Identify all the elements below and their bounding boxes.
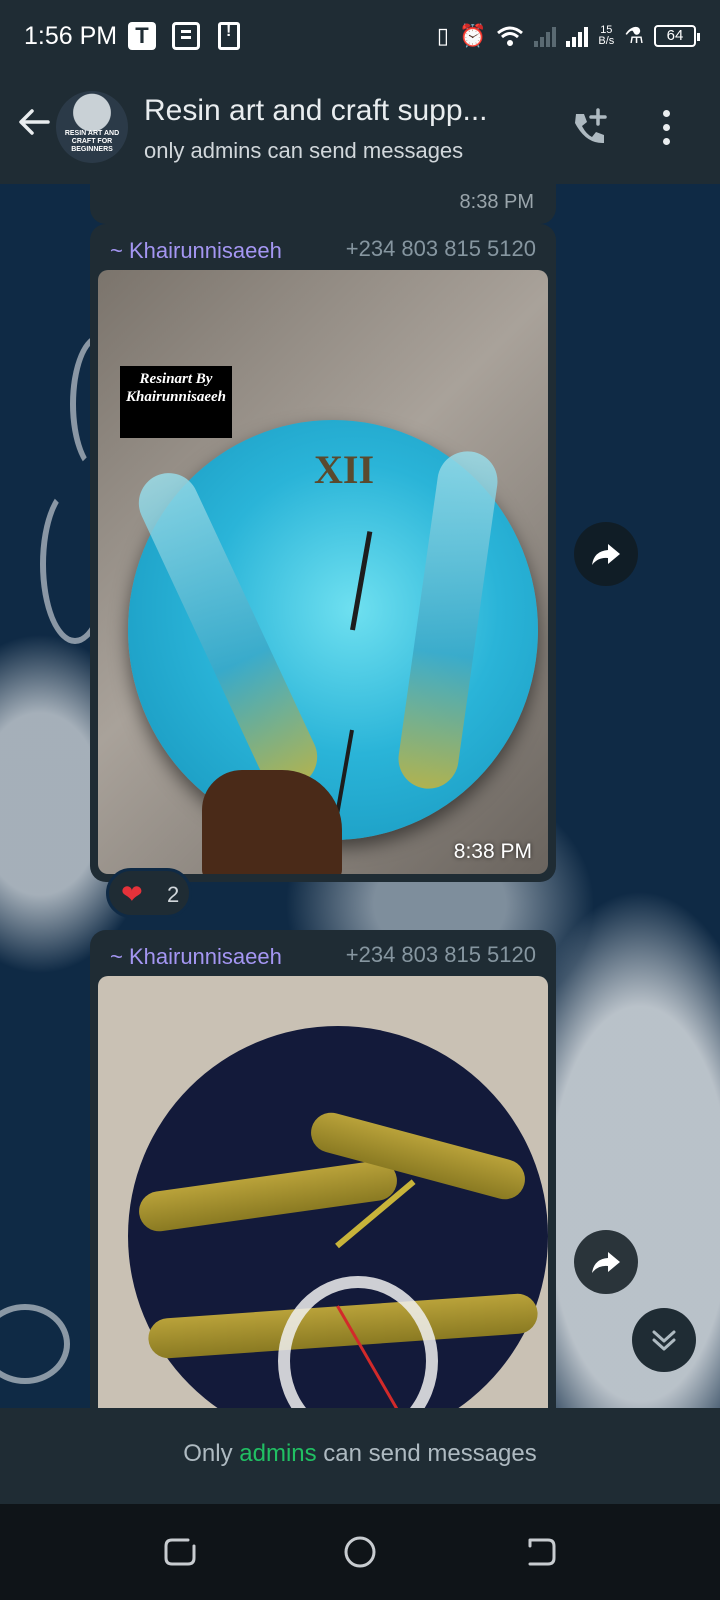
- chat-subtitle: only admins can send messages: [144, 138, 464, 163]
- back-icon[interactable]: [520, 1532, 560, 1572]
- media-time: 8:38 PM: [453, 840, 532, 863]
- avatar-text: RESIN ART AND CRAFT FOR BEGINNERS: [64, 130, 120, 153]
- document-icon: [172, 22, 200, 50]
- signal-2-icon: [566, 25, 589, 47]
- t-app-icon: T: [128, 22, 156, 50]
- signal-1-icon: [534, 25, 557, 47]
- lab-flask-icon: ⚗: [624, 23, 644, 48]
- sender-phone: +234 803 815 5120: [345, 942, 536, 967]
- group-avatar[interactable]: RESIN ART AND CRAFT FOR BEGINNERS: [56, 91, 128, 163]
- network-rate: 15 B/s: [598, 25, 614, 47]
- clock-numeral: XII: [314, 447, 375, 492]
- battery-level: 64: [666, 27, 684, 44]
- chat-header: RESIN ART AND CRAFT FOR BEGINNERS Resin …: [0, 72, 720, 184]
- resin-clock-turquoise: XII: [128, 420, 538, 849]
- recent-apps-icon[interactable]: [160, 1532, 200, 1572]
- network-rate-unit: B/s: [598, 35, 615, 47]
- holding-hand: [202, 770, 342, 874]
- add-call-icon[interactable]: [568, 106, 612, 150]
- previous-message[interactable]: 8:38 PM: [90, 184, 556, 224]
- status-time: 1:56 PM: [24, 22, 118, 50]
- forward-button[interactable]: [574, 1230, 638, 1294]
- forward-button[interactable]: [574, 522, 638, 586]
- forward-icon: [592, 544, 620, 565]
- more-options-icon[interactable]: [658, 106, 674, 150]
- message-image[interactable]: [98, 976, 548, 1408]
- chat-area[interactable]: 8:38 PM ~ Khairunnisaeeh +234 803 815 51…: [0, 184, 720, 1408]
- clock-geode-band: [394, 447, 502, 793]
- status-bar: 1:56 PM T ▯ ⏰ 15B/s ⚗ 64: [0, 0, 720, 72]
- chat-title[interactable]: Resin art and craft supp...: [144, 94, 544, 128]
- admins-only-notice: Only admins can send messages: [0, 1408, 720, 1504]
- sender-name[interactable]: ~ Khairunnisaeeh: [110, 238, 282, 264]
- resin-clock-navy: [128, 1026, 548, 1408]
- sender-phone: +234 803 815 5120: [345, 236, 536, 261]
- wifi-icon: [497, 26, 524, 46]
- battery-icon: 64: [654, 25, 700, 47]
- image-message[interactable]: ~ Khairunnisaeeh +234 803 815 5120 XII R…: [90, 224, 556, 882]
- home-icon[interactable]: [340, 1532, 380, 1572]
- heart-icon: ❤: [121, 879, 143, 909]
- back-arrow-icon[interactable]: [14, 102, 54, 142]
- reaction-count: 2: [167, 882, 180, 907]
- scroll-to-bottom-button[interactable]: [632, 1308, 696, 1372]
- message-time: 8:38 PM: [459, 191, 534, 213]
- notice-suffix: can send messages: [323, 1440, 537, 1467]
- clock-hand: [350, 531, 373, 631]
- vibrate-icon: ▯: [436, 23, 449, 48]
- message-image[interactable]: XII Resinart By Khairunnisaeeh 8:38 PM: [98, 270, 548, 874]
- reaction-badge[interactable]: ❤ 2: [106, 868, 192, 918]
- notice-prefix: Only: [183, 1440, 233, 1467]
- image-message[interactable]: ~ Khairunnisaeeh +234 803 815 5120: [90, 930, 556, 1408]
- phone-alert-icon: [218, 22, 240, 50]
- forward-icon: [592, 1252, 620, 1273]
- system-nav-bar: [0, 1504, 720, 1600]
- alarm-icon: ⏰: [458, 23, 487, 48]
- double-chevron-down-icon: [652, 1330, 676, 1351]
- wallpaper-swirl: [0, 1304, 70, 1384]
- clock-geode-band: [128, 463, 328, 797]
- watermark-label: Resinart By Khairunnisaeeh: [120, 366, 232, 438]
- sender-name[interactable]: ~ Khairunnisaeeh: [110, 944, 282, 970]
- admins-link[interactable]: admins: [239, 1440, 316, 1467]
